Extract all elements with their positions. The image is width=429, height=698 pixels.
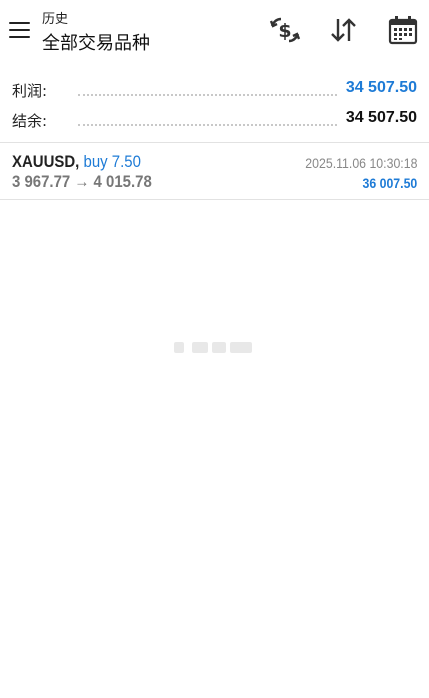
profit-row: 利润: 34 507.50 <box>0 76 429 104</box>
svg-text:$: $ <box>278 20 291 42</box>
balance-label: 结余: <box>12 112 48 130</box>
calendar-icon[interactable] <box>387 14 419 46</box>
dot-leader <box>78 94 337 96</box>
balance-row: 结余: 34 507.50 <box>0 106 429 134</box>
trade-row[interactable]: XAUUSD, buy 7.50 3 967.77 → 4 015.78 202… <box>0 143 429 199</box>
trade-time: 2025.11.06 10:30:18 <box>304 155 417 171</box>
top-app-bar: 历史 全部交易品种 $ <box>0 0 429 66</box>
close-price: 4 015.78 <box>93 172 152 191</box>
sort-icon[interactable] <box>328 14 360 46</box>
trade-prices: 3 967.77 → 4 015.78 <box>12 172 152 192</box>
divider <box>0 199 429 200</box>
symbol-filter[interactable]: 全部交易品种 <box>42 29 150 55</box>
profit-value: 34 507.50 <box>345 79 417 96</box>
balance-value: 34 507.50 <box>345 109 417 126</box>
currency-exchange-icon[interactable]: $ <box>269 14 301 46</box>
trade-side: buy 7.50 <box>83 152 141 171</box>
open-price: 3 967.77 <box>12 172 71 191</box>
watermark <box>174 339 254 355</box>
trade-title: XAUUSD, buy 7.50 <box>12 152 141 172</box>
profit-label: 利润: <box>12 82 48 100</box>
section-title: 历史 <box>42 12 69 27</box>
dot-leader <box>78 124 337 126</box>
menu-icon[interactable] <box>8 18 32 42</box>
trade-symbol: XAUUSD, <box>12 152 80 171</box>
trade-profit: 36 007.50 <box>362 175 417 191</box>
arrow-icon: → <box>74 172 90 191</box>
